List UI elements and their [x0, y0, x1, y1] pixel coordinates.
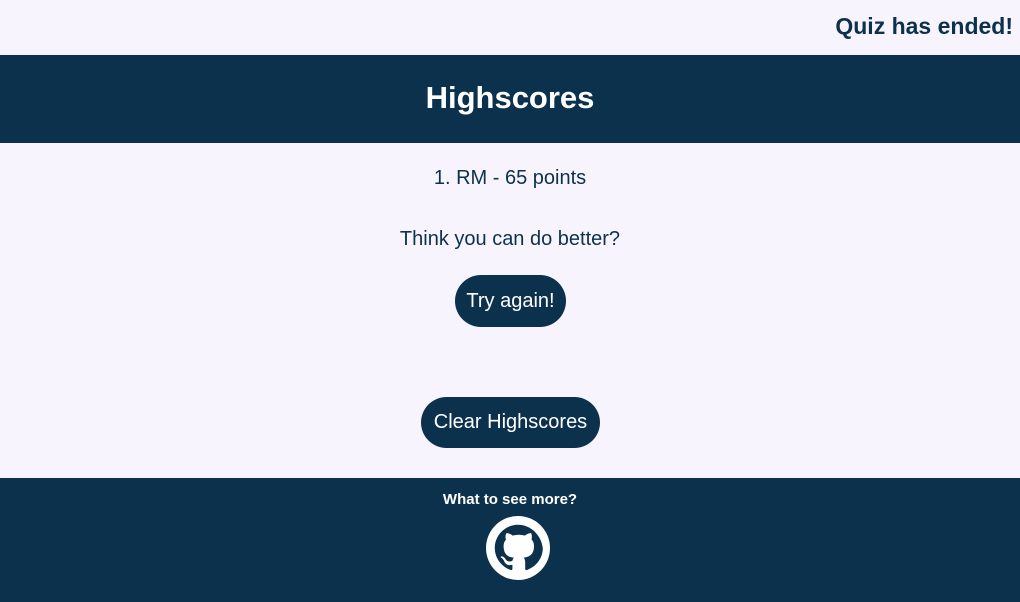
- quiz-status: Quiz has ended!: [835, 13, 1013, 39]
- footer: What to see more?: [0, 478, 1020, 602]
- footer-text: What to see more?: [442, 491, 578, 508]
- github-link[interactable]: [486, 516, 550, 580]
- page-title: Highscores: [425, 80, 595, 115]
- highscores-header: Highscores: [0, 55, 1020, 143]
- clear-highscores-button[interactable]: Clear Highscores: [421, 397, 600, 448]
- main-content: 1. RM - 65 points Think you can do bette…: [0, 143, 1020, 478]
- top-bar: Quiz has ended!: [0, 0, 1020, 55]
- retry-prompt: Think you can do better?: [399, 228, 621, 250]
- github-icon: [486, 516, 550, 580]
- try-again-button[interactable]: Try again!: [455, 275, 566, 327]
- score-list-item: 1. RM - 65 points: [433, 167, 587, 189]
